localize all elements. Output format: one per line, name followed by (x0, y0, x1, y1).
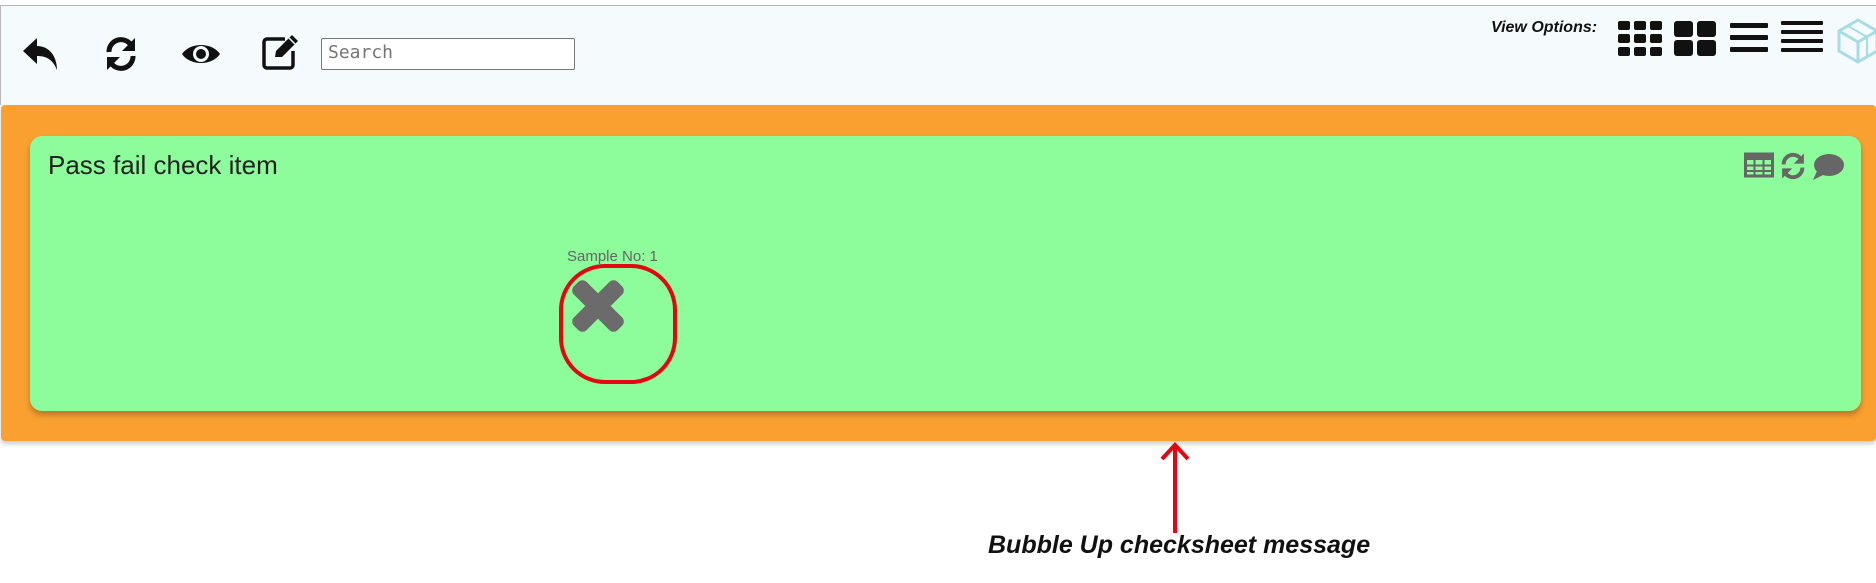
refresh-icon[interactable] (1779, 152, 1807, 180)
grid-large-icon[interactable] (1672, 18, 1718, 58)
check-item-card: Pass fail check item Sample No: 1 (30, 136, 1861, 411)
toolbar: View Options: (0, 5, 1876, 105)
fail-x-icon[interactable] (557, 269, 639, 343)
refresh-button[interactable] (97, 30, 145, 78)
list-icon[interactable] (1726, 18, 1772, 58)
comment-icon[interactable] (1811, 152, 1845, 182)
page: View Options: (0, 0, 1876, 583)
undo-button[interactable] (17, 30, 65, 78)
logo-icon (1837, 18, 1876, 64)
edit-button[interactable] (257, 28, 305, 76)
arrow-up-icon (1160, 442, 1190, 533)
eye-icon (182, 45, 220, 63)
search-input[interactable] (321, 38, 575, 70)
check-item-title: Pass fail check item (48, 150, 278, 180)
sample-label: Sample No: 1 (567, 248, 658, 265)
table-icon[interactable] (1744, 152, 1774, 178)
grid-small-icon[interactable] (1617, 18, 1663, 58)
annotation-caption: Bubble Up checksheet message (988, 531, 1371, 559)
list-compact-icon[interactable] (1779, 18, 1825, 58)
edit-icon (262, 35, 298, 70)
preview-button[interactable] (177, 30, 225, 78)
view-options-label: View Options: (1491, 19, 1598, 36)
refresh-icon (106, 37, 136, 71)
undo-icon (23, 38, 57, 70)
